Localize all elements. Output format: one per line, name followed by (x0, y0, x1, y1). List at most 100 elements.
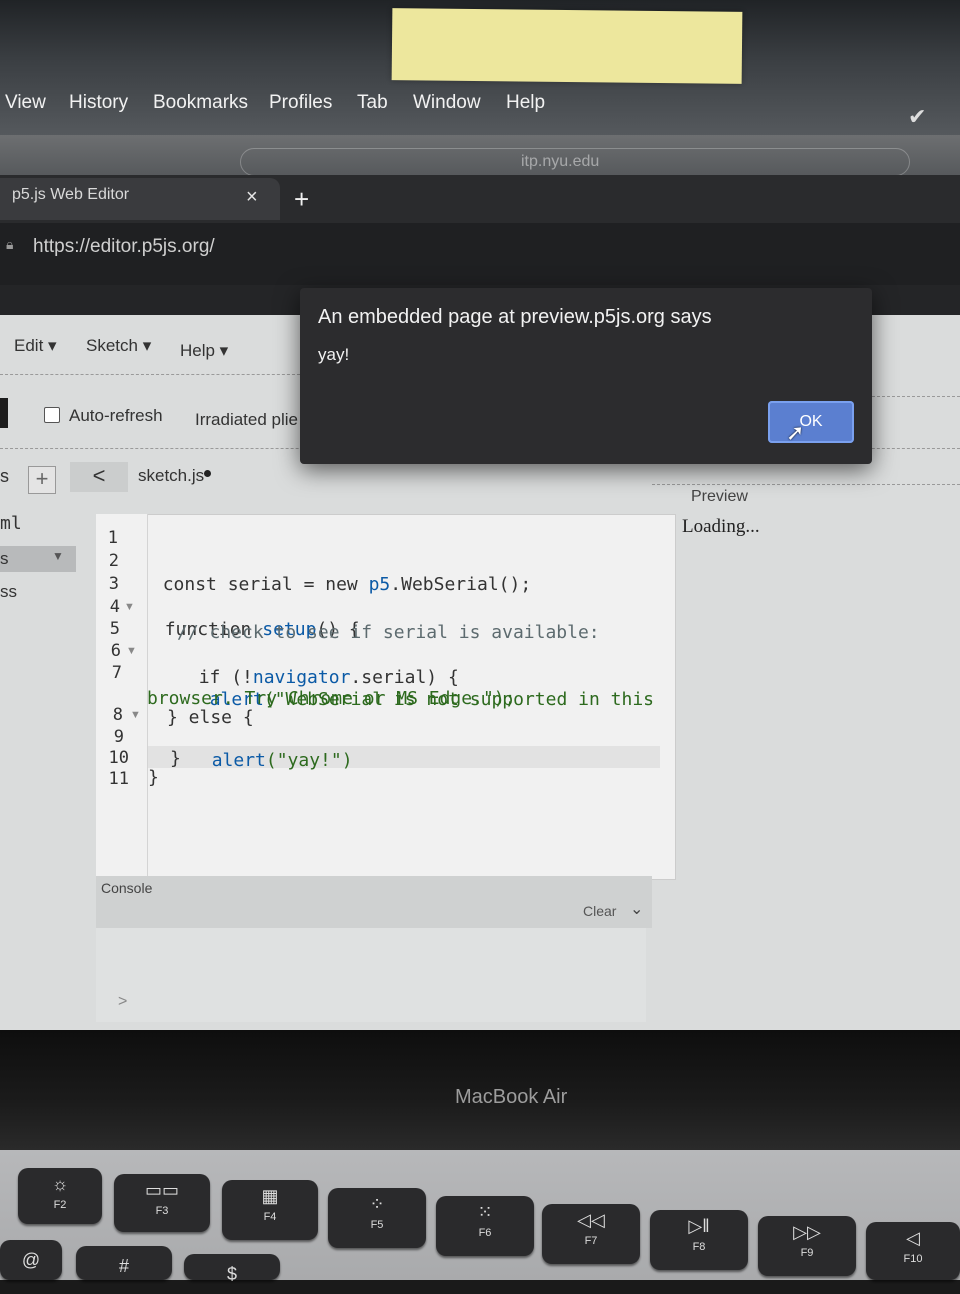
line-number: 6 (110, 641, 121, 661)
menu-sketch[interactable]: Sketch ▾ (86, 336, 151, 356)
code-line-8: } else { (167, 707, 254, 728)
chevron-down-icon[interactable]: ⌄ (630, 899, 643, 919)
menu-help[interactable]: Help (506, 92, 545, 114)
background-address-bar: itp.nyu.edu (240, 148, 910, 176)
key-f3[interactable]: ▭▭ F3 (114, 1174, 210, 1232)
code-token: ("yay!") (265, 750, 353, 771)
key-label: F2 (53, 1199, 67, 1211)
fold-arrow-icon[interactable]: ▼ (130, 709, 141, 721)
key-label: F9 (800, 1247, 814, 1259)
line-number: 11 (108, 769, 129, 789)
key-f4[interactable]: ▦ F4 (222, 1180, 318, 1240)
file-item[interactable]: ss (0, 582, 17, 602)
laptop-model-label: MacBook Air (455, 1086, 568, 1108)
line-number: 7 (111, 663, 122, 683)
file-item[interactable]: ml (0, 513, 22, 534)
code-token: alert (211, 750, 266, 771)
code-line-11: } (148, 767, 159, 788)
key-label: F6 (478, 1227, 492, 1239)
key-hash[interactable]: # (76, 1246, 172, 1280)
status-bar-icon[interactable]: ✔ (908, 104, 934, 130)
auto-refresh-label: Auto-refresh (69, 406, 163, 425)
fast-forward-icon: ▷▷ (793, 1222, 821, 1242)
code-line-9: alert("yay!") (190, 729, 353, 771)
key-at[interactable]: @ (0, 1240, 62, 1280)
sketch-name[interactable]: Irradiated plie (195, 410, 298, 430)
menu-edit[interactable]: Edit ▾ (14, 336, 57, 356)
menu-history[interactable]: History (69, 92, 128, 114)
code-line-2: const serial = new p5.WebSerial(); (141, 553, 531, 595)
lock-icon: 🔒︎ (6, 236, 14, 252)
key-label: F8 (692, 1241, 706, 1253)
tab-close-icon[interactable]: × (246, 186, 258, 209)
file-item-selected[interactable] (0, 546, 76, 572)
code-line-10: } (170, 748, 181, 769)
key-label: F4 (263, 1211, 277, 1223)
menu-bookmarks[interactable]: Bookmarks (153, 92, 248, 114)
code-line-5: // check to see if serial is available: (177, 622, 600, 643)
add-file-button[interactable]: + (28, 466, 56, 494)
key-f2[interactable]: ☼ F2 (18, 1168, 102, 1224)
key-f6[interactable]: ⁙ F6 (436, 1196, 534, 1256)
dialog-title: An embedded page at preview.p5js.org say… (318, 306, 712, 328)
launchpad-icon: ▦ (261, 1186, 279, 1206)
key-label: F10 (903, 1253, 923, 1265)
line-number: 1 (107, 528, 118, 548)
preview-label: Preview (691, 488, 748, 505)
mute-icon: ◁ (906, 1228, 920, 1248)
key-label: F3 (155, 1205, 169, 1217)
console-label: Console (101, 880, 153, 896)
console-prompt: > (118, 993, 128, 1010)
stop-button[interactable] (0, 398, 8, 428)
code-token: const serial = new (162, 574, 369, 595)
mouse-cursor-icon: ➚ (786, 420, 805, 445)
key-dollar[interactable]: $ (184, 1254, 280, 1284)
line-number: 10 (108, 748, 129, 768)
console-output[interactable] (96, 928, 646, 1022)
menu-help-p5[interactable]: Help ▾ (180, 341, 228, 361)
url-text[interactable]: https://editor.p5js.org/ (33, 236, 215, 258)
line-number: 4 (109, 597, 120, 617)
sticky-tape (391, 8, 743, 84)
play-pause-icon: ▷‖ (688, 1216, 710, 1236)
brightness-up-icon: ☼ (51, 1174, 69, 1194)
line-number: 3 (108, 574, 119, 594)
code-token: p5 (368, 574, 391, 595)
line-number: 9 (113, 727, 124, 747)
tab-title: p5.js Web Editor (12, 186, 130, 203)
divider (0, 374, 300, 375)
key-f10[interactable]: ◁ F10 (866, 1222, 960, 1280)
code-token: .WebSerial(); (390, 574, 532, 595)
dialog-ok-button[interactable]: OK (768, 401, 854, 443)
fold-arrow-icon[interactable]: ▼ (124, 601, 135, 613)
menu-window[interactable]: Window (413, 92, 481, 114)
preview-loading-text: Loading... (682, 516, 760, 537)
dialog-message: yay! (318, 345, 350, 364)
key-f5[interactable]: ⁘ F5 (328, 1188, 426, 1248)
mission-control-icon: ▭▭ (144, 1180, 179, 1200)
fold-arrow-icon[interactable]: ▼ (126, 645, 137, 657)
unsaved-indicator (204, 470, 211, 477)
menu-view[interactable]: View (5, 92, 46, 114)
file-menu-arrow-icon[interactable]: ▼ (52, 549, 64, 563)
console-clear-button[interactable]: Clear (583, 903, 616, 919)
line-number: 2 (108, 551, 119, 571)
divider (872, 396, 960, 397)
menu-profiles[interactable]: Profiles (269, 92, 332, 114)
file-item-label: s (0, 549, 9, 568)
collapse-sidebar-button[interactable]: < (70, 462, 128, 492)
auto-refresh-checkbox[interactable] (44, 407, 60, 423)
key-label: F7 (584, 1235, 598, 1247)
key-f9[interactable]: ▷▷ F9 (758, 1216, 856, 1276)
menu-tab[interactable]: Tab (357, 92, 388, 114)
line-number: 5 (109, 619, 120, 639)
key-f8[interactable]: ▷‖ F8 (650, 1210, 748, 1270)
keyboard-light-down-icon: ⁘ (369, 1194, 385, 1214)
keyboard-light-up-icon: ⁙ (477, 1202, 493, 1222)
console-header (96, 876, 652, 928)
rewind-icon: ◁◁ (577, 1210, 605, 1230)
editor-file-tab[interactable]: sketch.js (138, 466, 204, 486)
new-tab-button[interactable]: + (294, 184, 309, 215)
key-f7[interactable]: ◁◁ F7 (542, 1204, 640, 1264)
key-label: F5 (370, 1219, 384, 1231)
